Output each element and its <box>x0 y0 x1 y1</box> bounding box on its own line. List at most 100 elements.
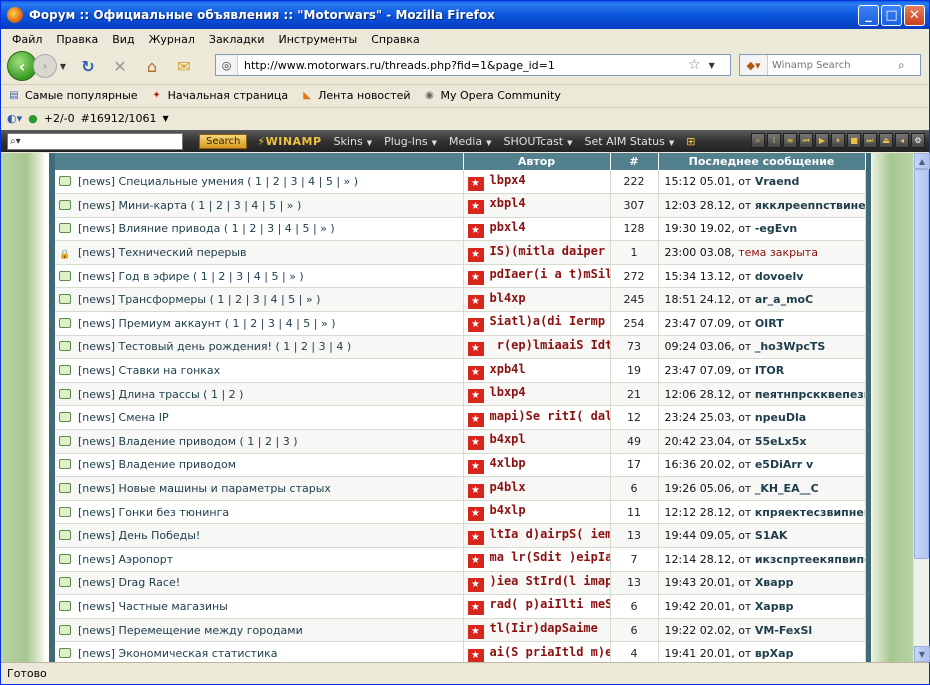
winamp-prev-icon[interactable]: ⏮ <box>799 133 813 148</box>
maximize-button[interactable]: □ <box>881 5 902 26</box>
search-engine-icon[interactable]: ◆▾ <box>740 55 768 75</box>
home-icon[interactable]: ⌂ <box>139 53 165 79</box>
site-identity-icon[interactable]: ◎ <box>216 55 238 75</box>
last-post-user[interactable]: Хварр <box>755 576 794 589</box>
winamp-volume-icon[interactable]: ◂ <box>895 133 909 148</box>
last-post-time[interactable]: 12:03 28.12, <box>665 199 735 212</box>
author-link[interactable]: b4xpl <box>490 432 526 446</box>
last-post-user[interactable]: _KH_EA__C <box>755 482 819 495</box>
last-post-time[interactable]: 23:24 25.03, <box>665 411 735 424</box>
scroll-thumb[interactable] <box>914 169 929 559</box>
scroll-up-icon[interactable]: ▲ <box>914 153 930 169</box>
thread-pages[interactable]: ( 1 | 2 | 3 ) <box>240 435 298 448</box>
winamp-eject-icon[interactable]: ⏏ <box>879 133 893 148</box>
last-post-time[interactable]: 19:41 20.01, <box>665 647 735 660</box>
last-post-time[interactable]: 19:44 09.05, <box>665 529 735 542</box>
last-post-time[interactable]: 19:43 20.01, <box>665 576 735 589</box>
last-post-user[interactable]: dovoelv <box>755 270 804 283</box>
thread-pages[interactable]: ( 1 | 2 | 3 | 4 | 5 | » ) <box>210 293 321 306</box>
last-post-time[interactable]: 23:47 07.09, <box>665 317 735 330</box>
thread-title-link[interactable]: [news] Специальные умения <box>78 175 244 188</box>
winamp-add-icon[interactable]: ⊞ <box>686 135 695 148</box>
winamp-play-icon[interactable]: ▶ <box>815 133 829 148</box>
thread-pages[interactable]: ( 1 | 2 | 3 | 4 | 5 | » ) <box>193 270 304 283</box>
menu-edit[interactable]: Правка <box>49 33 105 46</box>
last-post-user[interactable]: npeuDla <box>755 411 806 424</box>
search-icon[interactable]: ⌕ <box>898 58 905 73</box>
last-post-time[interactable]: 12:06 28.12, <box>665 388 735 401</box>
winamp-menu-shoutcast[interactable]: SHOUTcast ▼ <box>503 135 572 148</box>
last-post-time[interactable]: 09:24 03.06, <box>665 340 735 353</box>
author-link[interactable]: lbxp4 <box>490 385 526 399</box>
last-post-user[interactable]: икзспртеекяпвипе <box>755 553 864 566</box>
last-post-user[interactable]: ITOR <box>755 364 784 377</box>
minimize-button[interactable]: _ <box>858 5 879 26</box>
last-post-user[interactable]: Vraend <box>755 175 800 188</box>
last-post-time[interactable]: 20:42 23.04, <box>665 435 735 448</box>
thread-title-link[interactable]: [news] Трансформеры <box>78 293 206 306</box>
author-link[interactable]: 4xlbp <box>490 456 526 470</box>
menu-file[interactable]: Файл <box>5 33 49 46</box>
author-link[interactable]: )iea StIrd(l imap <box>490 574 610 588</box>
last-post-time[interactable]: 15:12 05.01, <box>665 175 735 188</box>
thread-title-link[interactable]: [news] Мини-карта <box>78 199 187 212</box>
last-post-time[interactable]: 19:26 05.06, <box>665 482 735 495</box>
last-post-time[interactable]: 12:14 28.12, <box>665 553 735 566</box>
thread-title-link[interactable]: [news] Длина трассы <box>78 388 200 401</box>
menu-tools[interactable]: Инструменты <box>272 33 365 46</box>
winamp-settings-icon[interactable]: ⚙ <box>911 133 925 148</box>
thread-title-link[interactable]: [news] Гонки без тюнинга <box>78 506 229 519</box>
thread-title-link[interactable]: [news] Частные магазины <box>78 600 228 613</box>
last-post-user[interactable]: кпряектесзвипнеп <box>755 506 864 519</box>
thread-pages[interactable]: ( 1 | 2 | 3 | 4 ) <box>275 340 351 353</box>
winamp-pause-icon[interactable]: ⏸ <box>831 133 845 148</box>
thread-title-link[interactable]: [news] Аэропорт <box>78 553 173 566</box>
author-link[interactable]: ai(S priaItld m)e <box>490 645 610 659</box>
thread-pages[interactable]: ( 1 | 2 | 3 | 4 | 5 | » ) <box>191 199 302 212</box>
author-link[interactable]: bl4xp <box>490 291 526 305</box>
scroll-down-icon[interactable]: ▼ <box>914 646 930 662</box>
rank-dropdown-icon[interactable]: ▼ <box>163 114 169 123</box>
winamp-search-button[interactable]: Search <box>199 133 248 149</box>
bookmark-opera-community[interactable]: ◉ My Opera Community <box>423 89 561 103</box>
search-input[interactable] <box>768 59 898 71</box>
header-count[interactable]: # <box>610 153 659 170</box>
winamp-logo[interactable]: ⚡WINAMP <box>257 135 321 148</box>
author-link[interactable]: pdIaer(i a t)mSil <box>490 267 610 281</box>
winamp-stop-icon[interactable]: ■ <box>847 133 861 148</box>
thread-pages[interactable]: ( 1 | 2 | 3 | 4 | 5 | » ) <box>247 175 358 188</box>
thread-title-link[interactable]: [news] Экономическая статистика <box>78 647 278 660</box>
winamp-next-icon[interactable]: ⏭ <box>863 133 877 148</box>
last-post-user[interactable]: OIRT <box>755 317 784 330</box>
thread-title-link[interactable]: [news] Владение приводом <box>78 435 236 448</box>
history-dropdown-icon[interactable]: ▼ <box>57 62 69 71</box>
thread-title-link[interactable]: [news] Перемещение между городами <box>78 624 303 637</box>
author-link[interactable]: lbpx4 <box>490 173 526 187</box>
header-last-post[interactable]: Последнее сообщение <box>658 153 866 170</box>
winamp-menu-aim-status[interactable]: Set AIM Status ▼ <box>585 135 675 148</box>
url-dropdown-icon[interactable]: ▼ <box>709 61 715 70</box>
thread-pages[interactable]: ( 1 | 2 | 3 | 4 | 5 | » ) <box>225 317 336 330</box>
forward-arrow-icon[interactable]: › <box>33 54 57 78</box>
last-post-user[interactable]: _ho3WpcTS <box>755 340 826 353</box>
thread-title-link[interactable]: [news] Ставки на гонках <box>78 364 220 377</box>
bookmark-start-page[interactable]: ✦ Начальная страница <box>150 89 288 103</box>
thread-title-link[interactable]: [news] Год в эфире <box>78 270 189 283</box>
winamp-playlist-icon[interactable]: ≡ <box>783 133 797 148</box>
menu-view[interactable]: Вид <box>105 33 141 46</box>
bookmark-most-visited[interactable]: ▤ Самые популярные <box>7 89 137 103</box>
author-link[interactable]: b4xlp <box>490 503 526 517</box>
thread-title-link[interactable]: [news] Премиум аккаунт <box>78 317 221 330</box>
thread-title-link[interactable]: [news] Смена IP <box>78 411 169 424</box>
winamp-info-icon[interactable]: i <box>767 133 781 148</box>
thread-pages[interactable]: ( 1 | 2 | 3 | 4 | 5 | » ) <box>224 222 335 235</box>
last-post-user[interactable]: пеятнпрскквепези <box>755 388 864 401</box>
last-post-time[interactable]: 16:36 20.02, <box>665 458 735 471</box>
menu-bookmarks[interactable]: Закладки <box>202 33 272 46</box>
last-post-user[interactable]: врХар <box>755 647 794 660</box>
reload-icon[interactable]: ↻ <box>75 53 101 79</box>
rank-widget-icon[interactable]: ◐▾ <box>7 112 22 125</box>
author-link[interactable]: IS)(mitla daiper <box>490 244 606 258</box>
bookmark-star-icon[interactable]: ☆ <box>688 57 701 73</box>
winamp-menu-media[interactable]: Media ▼ <box>449 135 491 148</box>
